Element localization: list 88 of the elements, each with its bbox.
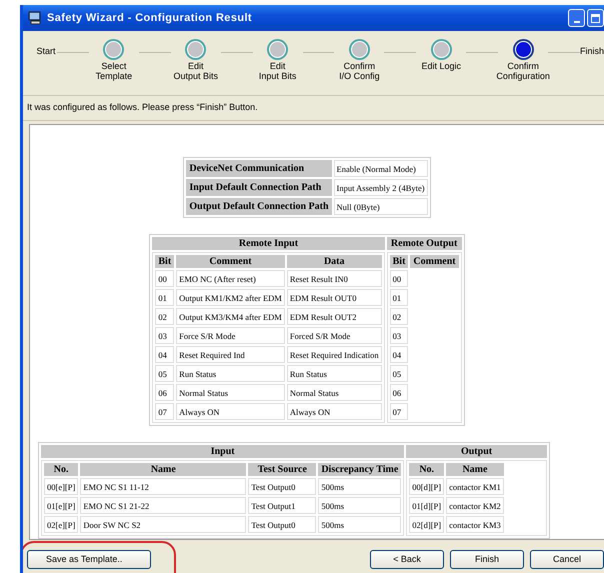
table-cell: EMO NC S1 11-12 — [80, 478, 246, 495]
column-header: Bit — [155, 255, 174, 268]
column-header: Test Source — [248, 463, 316, 476]
table-cell: 00[e][P] — [44, 478, 78, 495]
table-cell: 01[e][P] — [44, 497, 78, 514]
step-label: Edit Input Bits — [258, 61, 296, 81]
table-cell: 500ms — [318, 497, 402, 514]
window-title: Safety Wizard - Configuration Result — [47, 12, 252, 24]
column-header: No. — [44, 463, 78, 476]
table-cell: 02 — [390, 308, 408, 325]
table-cell: Run Status — [286, 365, 382, 382]
table-cell: Normal Status — [176, 384, 285, 401]
table-cell: 04 — [155, 346, 174, 363]
table-cell: Output KM1/KM2 after EDM — [176, 289, 285, 306]
table-cell: Enable (Normal Mode) — [334, 160, 428, 177]
table-cell: 02[e][P] — [44, 516, 78, 533]
table-cell: 01 — [155, 289, 174, 306]
table-cell: 01[d][P] — [409, 497, 444, 514]
table-title: Input — [41, 445, 404, 458]
table-cell: 500ms — [318, 478, 402, 495]
table-cell: 06 — [390, 384, 408, 401]
dialog-button[interactable]: Cancel — [530, 550, 604, 568]
save-template-button[interactable]: Save as Template.. — [27, 550, 151, 568]
table-cell: Normal Status — [286, 384, 382, 401]
table-cell: Door SW NC S2 — [80, 516, 246, 533]
column-header: No. — [409, 463, 444, 476]
maximize-button[interactable] — [587, 9, 604, 27]
table-cell: Run Status — [176, 365, 285, 382]
table-cell: 04 — [390, 346, 408, 363]
table-title: Remote Output — [386, 237, 462, 250]
table-cell: Reset Required Ind — [176, 346, 285, 363]
dialog-button[interactable]: < Back — [370, 550, 444, 568]
table-cell: EMO NC S1 21-22 — [80, 497, 246, 514]
dialog-button[interactable]: Finish — [450, 550, 524, 568]
table-cell: 02 — [155, 308, 174, 325]
table-cell: contactor KM1 — [446, 478, 504, 495]
step-label: Confirm I/O Config — [339, 61, 380, 81]
table-cell: Test Output1 — [248, 497, 316, 514]
instruction-text: It was configured as follows. Please press “Finish” Button. — [23, 96, 604, 121]
table-cell: 07 — [155, 403, 174, 420]
table-cell: 05 — [390, 365, 408, 382]
table-cell: 07 — [390, 403, 408, 420]
column-header: Data — [286, 255, 382, 268]
table-cell: Reset Result IN0 — [286, 270, 382, 287]
computer-icon — [27, 10, 43, 26]
row-header: Output Default Connection Path — [186, 198, 332, 215]
column-header: Comment — [410, 255, 459, 268]
step-label: Start — [36, 46, 56, 56]
table-cell: EDM Result OUT2 — [286, 308, 382, 325]
table-cell: 01 — [390, 289, 408, 306]
table-cell: 06 — [155, 384, 174, 401]
step-label: Select Template — [96, 61, 132, 81]
row-header: DeviceNet Communication — [186, 160, 332, 177]
table-cell: Always ON — [176, 403, 285, 420]
table-cell: Null (0Byte) — [334, 198, 428, 215]
table-cell: EDM Result OUT0 — [286, 289, 382, 306]
step-label: Edit Output Bits — [173, 61, 218, 81]
column-header: Name — [446, 463, 504, 476]
table-cell: Reset Required Indication — [286, 346, 382, 363]
table-cell: Test Output0 — [248, 516, 316, 533]
column-header: Comment — [176, 255, 285, 268]
table-title: Remote Input — [152, 237, 385, 250]
column-header: Bit — [390, 255, 408, 268]
table-cell: 03 — [390, 327, 408, 344]
table-cell: 00 — [390, 270, 408, 287]
table-cell: Forced S/R Mode — [286, 327, 382, 344]
table-cell: 02[d][P] — [409, 516, 444, 533]
table-cell: EMO NC (After reset) — [176, 270, 285, 287]
minimize-button[interactable] — [568, 9, 585, 27]
row-header: Input Default Connection Path — [186, 179, 332, 196]
table-cell: 00 — [155, 270, 174, 287]
step-label: Confirm Configuration — [496, 61, 550, 81]
table-cell: contactor KM2 — [446, 497, 504, 514]
table-title: Output — [406, 445, 547, 458]
column-header: Discrepancy Time — [318, 463, 402, 476]
table-cell: Test Output0 — [248, 478, 316, 495]
table-cell: Input Assembly 2 (4Byte) — [334, 179, 428, 196]
table-cell: Force S/R Mode — [176, 327, 285, 344]
table-cell: contactor KM3 — [446, 516, 504, 533]
column-header: Name — [80, 463, 246, 476]
step-label: Finish — [580, 46, 604, 56]
table-cell: 500ms — [318, 516, 402, 533]
table-cell: 05 — [155, 365, 174, 382]
step-label: Edit Logic — [422, 61, 462, 71]
table-cell: 03 — [155, 327, 174, 344]
table-cell: 00[d][P] — [409, 478, 444, 495]
table-cell: Always ON — [286, 403, 382, 420]
table-cell: Output KM3/KM4 after EDM — [176, 308, 285, 325]
